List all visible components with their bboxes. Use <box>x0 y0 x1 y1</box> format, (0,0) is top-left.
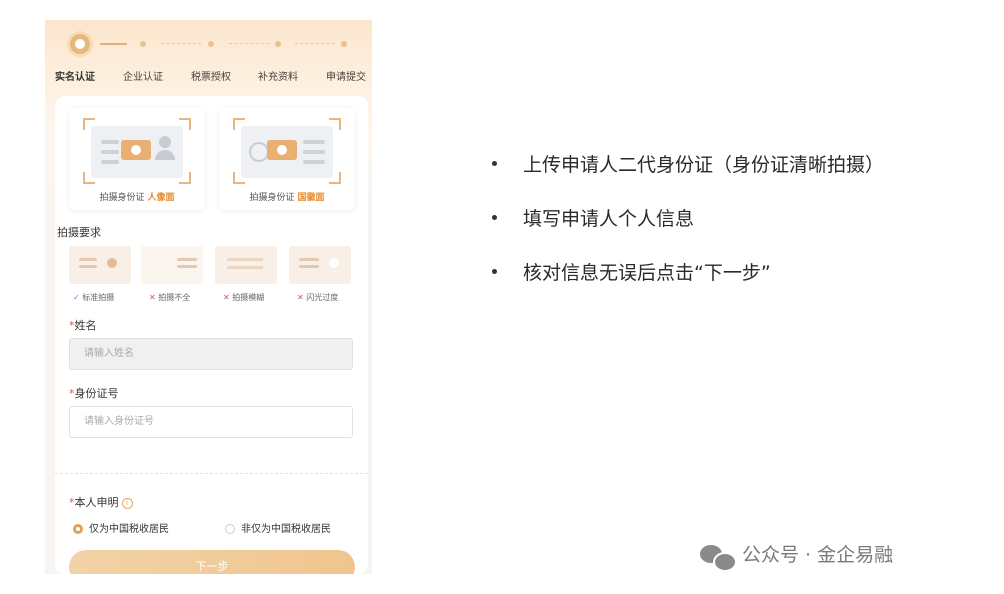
requirement-glare-image <box>289 246 351 284</box>
step-dot <box>341 41 347 47</box>
next-step-button[interactable]: 下一步 <box>69 550 355 574</box>
camera-icon <box>267 140 297 160</box>
name-input[interactable]: 请输入姓名 <box>69 338 353 370</box>
step-dot <box>208 41 214 47</box>
requirement-standard-image <box>69 246 131 284</box>
step-connector <box>229 43 269 44</box>
step-connector <box>161 43 201 44</box>
step-connector <box>100 43 127 45</box>
step-label-submit: 申请提交 <box>326 72 366 83</box>
step-progress <box>45 34 372 62</box>
id-portrait-caption: 拍摄身份证 人像面 <box>99 193 175 203</box>
info-icon[interactable]: i <box>121 497 133 509</box>
step-connector <box>295 43 335 44</box>
bullet-icon <box>492 215 497 220</box>
divider <box>55 473 368 474</box>
upload-id-portrait[interactable]: 拍摄身份证 人像面 <box>69 108 205 210</box>
requirement-standard-label: ✓ 标准拍摄 <box>73 293 115 302</box>
id-portrait-illustration <box>91 126 183 178</box>
step-label-real-name: 实名认证 <box>55 72 95 83</box>
id-emblem-illustration <box>241 126 333 178</box>
requirement-glare-label: ✕ 闪光过度 <box>297 293 339 302</box>
radio-unchecked-icon <box>225 524 235 534</box>
person-icon <box>159 136 171 148</box>
wechat-icon <box>700 543 737 572</box>
phone-screen: 实名认证 企业认证 税票授权 补充资料 申请提交 拍摄身份证 人像面 拍摄身份证… <box>45 20 372 574</box>
requirement-incomplete-label: ✕ 拍摄不全 <box>149 293 191 302</box>
step-dot <box>275 41 281 47</box>
declaration-label: *本人申明 i <box>69 494 133 510</box>
watermark: 公众号 · 金企易融 <box>700 540 893 572</box>
radio-checked-icon <box>73 524 83 534</box>
bullet-icon <box>492 269 497 274</box>
bullet-icon <box>492 161 497 166</box>
step-label-supplement: 补充资料 <box>258 72 298 83</box>
name-label: *姓名 <box>69 319 97 332</box>
radio-tax-resident-only[interactable]: 仅为中国税收居民 <box>73 520 169 535</box>
upload-id-emblem[interactable]: 拍摄身份证 国徽面 <box>219 108 355 210</box>
id-emblem-caption: 拍摄身份证 国徽面 <box>249 193 325 203</box>
step-label-enterprise: 企业认证 <box>123 72 163 83</box>
requirement-incomplete-image <box>141 246 203 284</box>
id-number-input[interactable]: 请输入身份证号 <box>69 406 353 438</box>
requirement-blurry-label: ✕ 拍摄模糊 <box>223 293 265 302</box>
camera-icon <box>121 140 151 160</box>
id-number-label: *身份证号 <box>69 387 119 400</box>
form-card: 拍摄身份证 人像面 拍摄身份证 国徽面 拍摄要求 ✓ 标准拍摄 ✕ 拍摄不全 ✕… <box>55 96 368 574</box>
radio-not-tax-resident-only[interactable]: 非仅为中国税收居民 <box>225 520 331 535</box>
photo-requirements-title: 拍摄要求 <box>57 226 101 239</box>
emblem-icon <box>249 142 269 162</box>
step-current-icon <box>70 34 90 54</box>
step-dot <box>140 41 146 47</box>
step-label-tax: 税票授权 <box>191 72 231 83</box>
requirement-blurry-image <box>215 246 277 284</box>
